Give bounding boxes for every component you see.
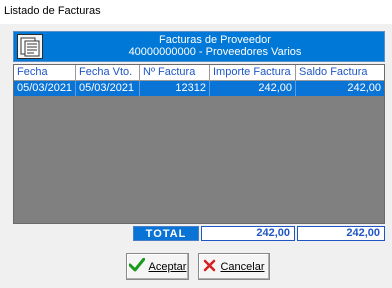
title-bar: Listado de Facturas	[0, 0, 392, 24]
header-panel: Facturas de Proveedor 40000000000 - Prov…	[13, 31, 385, 62]
total-importe: 242,00	[201, 226, 295, 241]
total-saldo: 242,00	[297, 226, 385, 241]
cancel-button-label: Cancelar	[220, 260, 265, 273]
column-header-fecha-vto[interactable]: Fecha Vto.	[76, 65, 140, 81]
header-line-2: 40000000000 - Proveedores Varios	[128, 46, 302, 58]
column-header-fecha[interactable]: Fecha	[14, 65, 76, 81]
column-header-importe-factura[interactable]: Importe Factura	[210, 65, 296, 81]
invoice-grid[interactable]: Fecha Fecha Vto. Nº Factura Importe Fact…	[13, 64, 385, 224]
checkmark-icon	[128, 257, 146, 275]
cell-saldo-factura[interactable]: 242,00	[296, 81, 384, 96]
window-title: Listado de Facturas	[4, 5, 101, 17]
column-header-saldo-factura[interactable]: Saldo Factura	[296, 65, 384, 81]
header-title: Facturas de Proveedor 40000000000 - Prov…	[50, 34, 380, 58]
header-line-1: Facturas de Proveedor	[159, 34, 271, 46]
table-row[interactable]: 05/03/2021 05/03/2021 12312 242,00 242,0…	[14, 81, 384, 96]
accept-button[interactable]: Aceptar	[126, 253, 189, 280]
cell-fecha-vto[interactable]: 05/03/2021	[76, 81, 140, 96]
cancel-button[interactable]: Cancelar	[198, 253, 270, 280]
cell-importe-factura[interactable]: 242,00	[210, 81, 296, 96]
column-header-numero-factura[interactable]: Nº Factura	[140, 65, 210, 81]
cell-numero-factura[interactable]: 12312	[140, 81, 210, 96]
total-label: TOTAL	[133, 226, 199, 241]
invoice-document-icon	[17, 34, 43, 59]
accept-button-label: Aceptar	[148, 260, 187, 273]
cell-fecha[interactable]: 05/03/2021	[14, 81, 76, 96]
grid-header: Fecha Fecha Vto. Nº Factura Importe Fact…	[14, 65, 384, 81]
x-cross-icon	[203, 259, 216, 275]
